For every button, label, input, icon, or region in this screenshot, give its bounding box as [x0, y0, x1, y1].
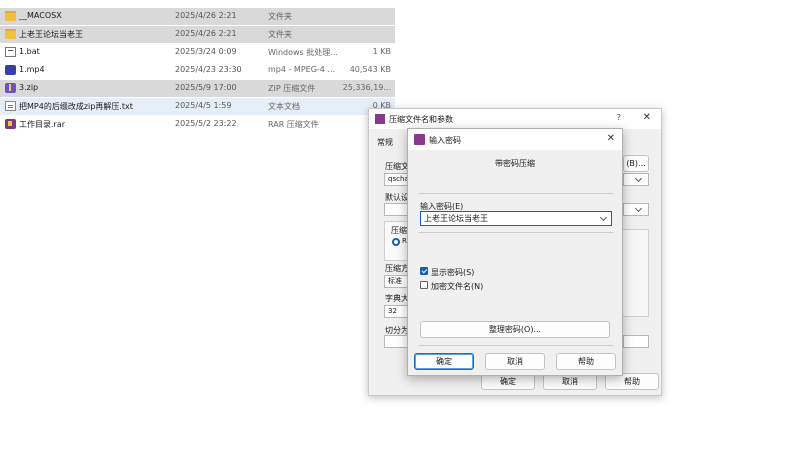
file-row[interactable]: 上老王论坛当老王 2025/4/26 2:21 文件夹	[0, 26, 395, 43]
folder-icon	[5, 11, 16, 21]
bat-file-icon	[5, 47, 16, 57]
password-value: 上老王论坛当老王	[424, 214, 488, 223]
divider	[418, 232, 614, 233]
format-radio[interactable]	[392, 238, 400, 246]
divider	[418, 193, 614, 194]
file-type: mp4 - MPEG-4 ...	[268, 65, 336, 74]
zip-file-icon	[5, 83, 16, 93]
mp4-file-icon	[5, 65, 16, 75]
browse-button[interactable]: (B)...	[623, 155, 649, 172]
cancel-button[interactable]: 取消	[485, 353, 545, 370]
file-type: 文件夹	[268, 30, 292, 39]
file-name: 1.bat	[19, 47, 40, 56]
file-name: 1.mp4	[19, 65, 45, 74]
close-icon[interactable]: ✕	[607, 133, 615, 144]
dialog-titlebar[interactable]: 压缩文件名和参数 ? ✕	[369, 109, 661, 129]
file-date: 2025/4/5 1:59	[175, 101, 232, 110]
file-row[interactable]: 3.zip 2025/5/9 17:00 ZIP 压缩文件 25,336,19...	[0, 80, 395, 97]
profile-dropdown[interactable]	[623, 203, 649, 216]
dialog-title: 压缩文件名和参数	[389, 115, 453, 124]
txt-file-icon	[5, 101, 16, 111]
winrar-app-icon	[375, 114, 385, 124]
file-name: 上老王论坛当老王	[19, 30, 83, 39]
password-dialog: 输入密码 ✕ 带密码压缩 输入密码(E) 上老王论坛当老王 显示密码(S) 加密…	[407, 128, 623, 376]
file-type: 文本文档	[268, 102, 300, 111]
dialog-title: 输入密码	[429, 136, 461, 145]
dialog-titlebar[interactable]: 输入密码 ✕	[408, 129, 622, 150]
rar-file-icon	[5, 119, 16, 129]
show-password-checkbox[interactable]	[420, 267, 428, 275]
file-date: 2025/5/2 23:22	[175, 119, 237, 128]
file-date: 2025/4/26 2:21	[175, 11, 237, 20]
file-date: 2025/4/23 23:30	[175, 65, 242, 74]
chevron-down-icon	[634, 174, 643, 183]
file-row[interactable]: __MACOSX 2025/4/26 2:21 文件夹	[0, 8, 395, 25]
archive-name-label: 压缩文	[385, 162, 409, 171]
chevron-down-icon[interactable]	[599, 213, 608, 222]
show-password-label: 显示密码(S)	[431, 268, 475, 277]
dictionary-label: 字典大	[385, 294, 409, 303]
file-row[interactable]: 1.bat 2025/3/24 0:09 Windows 批处理... 1 KB	[0, 44, 395, 61]
file-date: 2025/5/9 17:00	[175, 83, 237, 92]
encrypt-filenames-checkbox[interactable]	[420, 281, 428, 289]
file-name: 3.zip	[19, 83, 39, 92]
archive-name-dropdown[interactable]	[623, 173, 649, 186]
file-row[interactable]: 把MP4的后缀改成zip再解压.txt 2025/4/5 1:59 文本文档 0 KB	[0, 98, 395, 115]
file-row[interactable]: 工作目录.rar2025/5/2 23:22RAR 压缩文件40,5	[0, 116, 395, 133]
file-date: 2025/4/26 2:21	[175, 29, 237, 38]
winrar-app-icon	[414, 134, 425, 145]
password-input[interactable]: 上老王论坛当老王	[420, 211, 612, 226]
file-type: Windows 批处理...	[268, 48, 338, 57]
method-label: 压缩方	[385, 264, 409, 273]
split-unit-select[interactable]	[623, 335, 649, 348]
options-group	[621, 229, 649, 317]
close-icon[interactable]: ✕	[643, 112, 651, 123]
file-name: 工作目录.rar	[19, 120, 66, 129]
file-type: 文件夹	[268, 12, 292, 21]
encrypt-filenames-label: 加密文件名(N)	[431, 282, 484, 291]
tab-general[interactable]: 常规	[377, 137, 393, 148]
file-size: 40,543 KB	[349, 65, 391, 74]
file-name: __MACOSX	[19, 11, 62, 20]
file-size: 1 KB	[372, 47, 391, 56]
file-size: 25,336,19...	[342, 83, 391, 92]
folder-icon	[5, 29, 16, 39]
file-date: 2025/3/24 0:09	[175, 47, 237, 56]
file-row[interactable]: 1.mp4 2025/4/23 23:30 mp4 - MPEG-4 ... 40,5…	[0, 62, 395, 79]
file-type: ZIP 压缩文件	[268, 84, 316, 93]
file-name: 把MP4的后缀改成zip再解压.txt	[19, 102, 133, 111]
file-type: RAR 压缩文件	[268, 120, 319, 129]
default-profile-label: 默认设	[385, 193, 409, 202]
chevron-down-icon	[634, 204, 643, 213]
divider	[418, 345, 614, 346]
ok-button[interactable]: 确定	[414, 353, 474, 370]
help-icon[interactable]: ?	[617, 113, 621, 122]
help-button[interactable]: 帮助	[556, 353, 616, 370]
dialog-heading: 带密码压缩	[495, 159, 535, 168]
organize-passwords-button[interactable]: 整理密码(O)...	[420, 321, 610, 338]
